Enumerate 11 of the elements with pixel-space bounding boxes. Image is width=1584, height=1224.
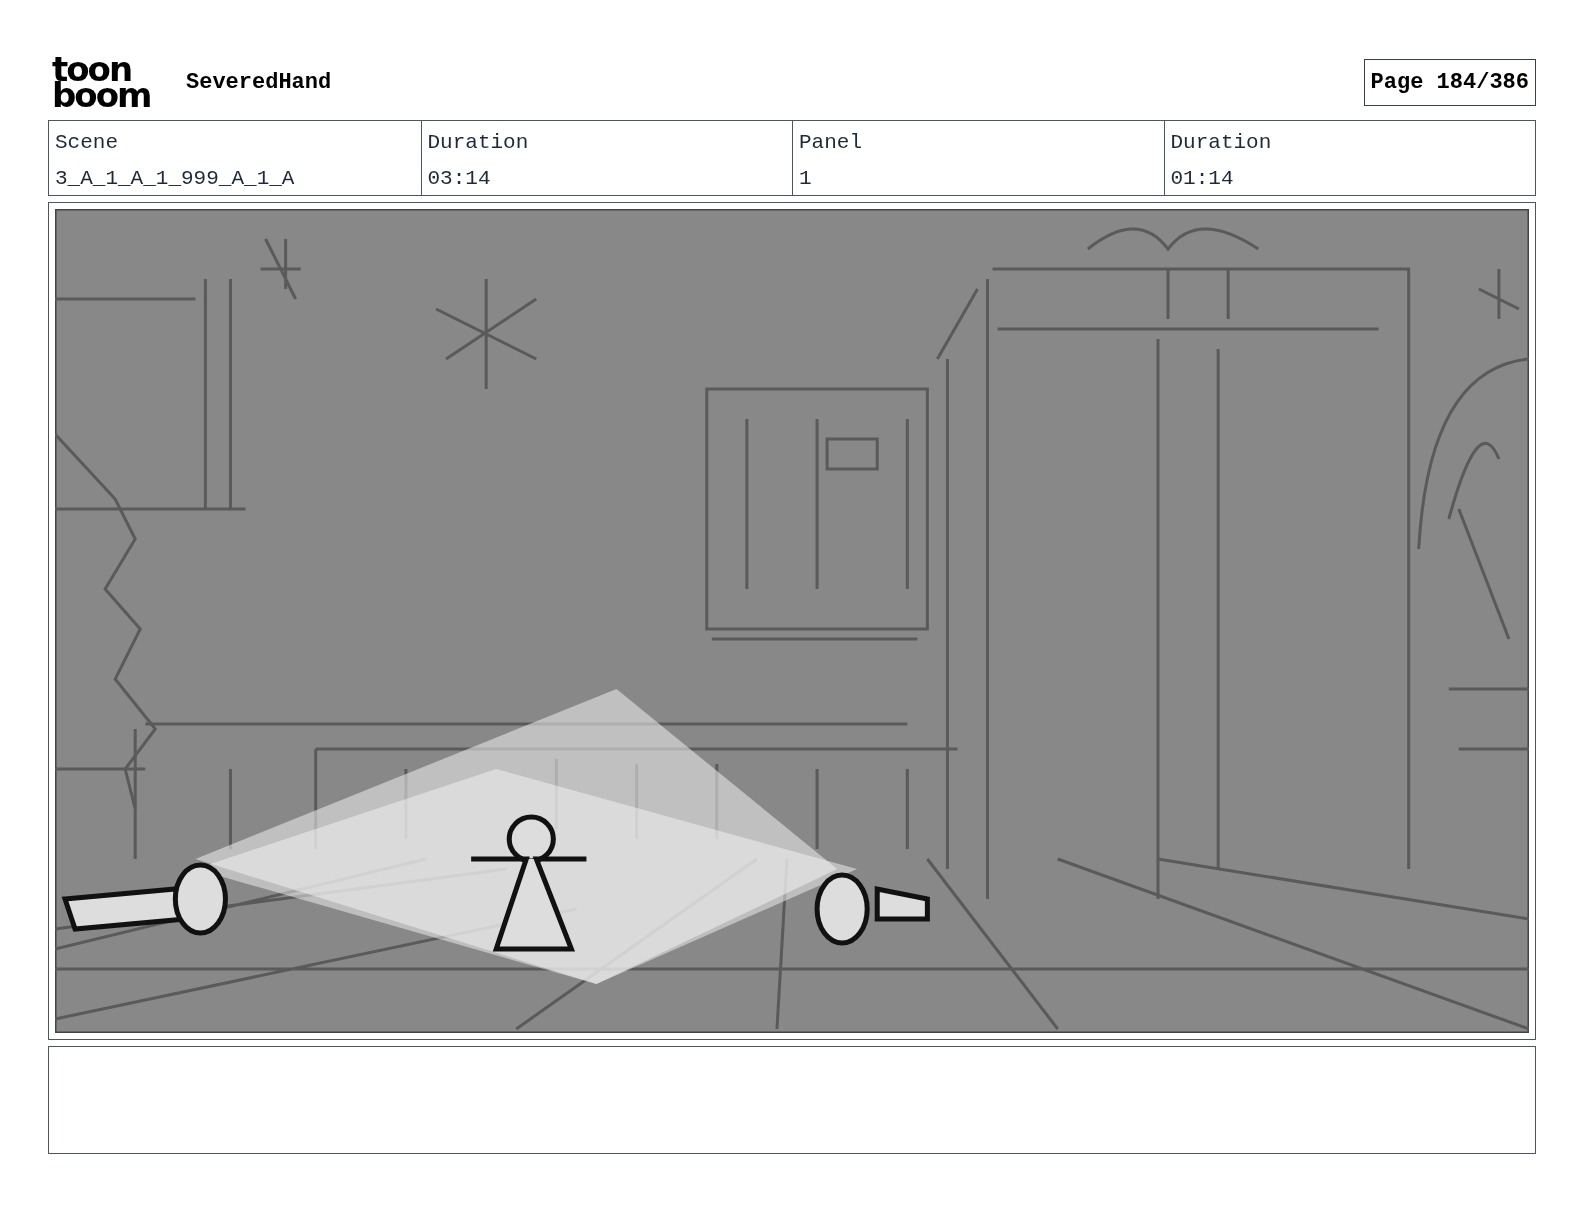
toon-boom-logo: toon boom [52, 56, 152, 108]
field-value: 03:14 [427, 165, 492, 192]
field-value: 1 [799, 165, 813, 192]
field-label: Panel [799, 130, 863, 156]
field-label: Scene [55, 130, 119, 156]
field-label: Duration [1170, 130, 1273, 156]
field-value: 01:14 [1170, 165, 1235, 192]
page-number: Page 184/386 [1363, 58, 1536, 106]
project-title: SeveredHand [186, 68, 332, 97]
field-value: 3_A_1_A_1_999_A_1_A [55, 165, 296, 192]
field-label: Duration [427, 130, 530, 156]
